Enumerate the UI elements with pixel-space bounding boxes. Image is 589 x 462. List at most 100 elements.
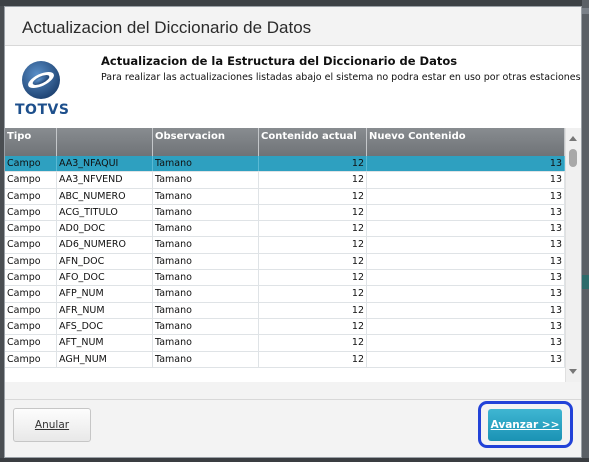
cell-observacion: Tamano — [153, 221, 259, 237]
cell-campo: AGH_NUM — [57, 351, 153, 367]
cell-contenido-actual: 12 — [259, 221, 367, 237]
cell-nuevo-contenido: 13 — [367, 156, 565, 172]
table-header: Tipo Observacion Contenido actual Nuevo … — [5, 128, 565, 156]
next-button[interactable]: Avanzar >> — [488, 409, 562, 441]
cell-tipo: Campo — [5, 172, 57, 188]
cell-campo: AA3_NFVEND — [57, 172, 153, 188]
cell-observacion: Tamano — [153, 270, 259, 286]
cell-observacion: Tamano — [153, 172, 259, 188]
cell-contenido-actual: 12 — [259, 302, 367, 318]
cell-campo: ABC_NUMERO — [57, 188, 153, 204]
cell-contenido-actual: 12 — [259, 204, 367, 221]
cell-tipo: Campo — [5, 221, 57, 237]
table-row[interactable]: Campo ABC_NUMERO Tamano 12 13 — [5, 188, 565, 205]
cell-campo: AA3_NFAQUI — [57, 156, 153, 172]
arrow-up-icon[interactable] — [569, 136, 577, 141]
cell-nuevo-contenido: 13 — [367, 237, 565, 253]
cell-nuevo-contenido: 13 — [367, 335, 565, 351]
cell-nuevo-contenido: 13 — [367, 188, 565, 204]
cell-observacion: Tamano — [153, 156, 259, 172]
table-row[interactable]: Campo AFS_DOC Tamano 12 13 — [5, 318, 565, 336]
cell-nuevo-contenido: 13 — [367, 351, 565, 367]
table-row[interactable]: Campo AFN_DOC Tamano 12 13 — [5, 253, 565, 271]
table-row[interactable]: Campo AFR_NUM Tamano 12 13 — [5, 302, 565, 319]
cell-nuevo-contenido: 13 — [367, 253, 565, 270]
header-subtitle: Para realizar las actualizaciones listad… — [101, 72, 581, 83]
cell-observacion: Tamano — [153, 318, 259, 335]
cell-nuevo-contenido: 13 — [367, 318, 565, 335]
cell-contenido-actual: 12 — [259, 318, 367, 335]
header-title: Actualizacion de la Estructura del Dicci… — [101, 54, 458, 68]
desktop-background-bottom — [0, 458, 589, 462]
cell-observacion: Tamano — [153, 188, 259, 204]
cell-tipo: Campo — [5, 156, 57, 172]
cell-nuevo-contenido: 13 — [367, 270, 565, 286]
update-dialog: Actualizacion del Diccionario de Datos T… — [4, 6, 582, 458]
cell-contenido-actual: 12 — [259, 172, 367, 188]
table-row[interactable]: Campo AGH_NUM Tamano 12 13 — [5, 351, 565, 368]
cell-contenido-actual: 12 — [259, 156, 367, 172]
cell-campo: AFR_NUM — [57, 302, 153, 318]
cell-tipo: Campo — [5, 204, 57, 221]
cell-tipo: Campo — [5, 318, 57, 335]
cell-campo: AFS_DOC — [57, 318, 153, 335]
cell-tipo: Campo — [5, 188, 57, 204]
column-header-contenido-actual[interactable]: Contenido actual — [259, 128, 367, 156]
cell-campo: AD6_NUMERO — [57, 237, 153, 253]
arrow-down-icon[interactable] — [569, 369, 577, 374]
column-header-tipo[interactable]: Tipo — [5, 128, 57, 156]
cell-contenido-actual: 12 — [259, 270, 367, 286]
cell-contenido-actual: 12 — [259, 253, 367, 270]
totvs-logo: TOTVS — [15, 58, 70, 120]
cell-nuevo-contenido: 13 — [367, 221, 565, 237]
table-row[interactable]: Campo AD0_DOC Tamano 12 13 — [5, 221, 565, 238]
column-header-campo[interactable] — [57, 128, 153, 156]
cell-campo: AFN_DOC — [57, 253, 153, 270]
desktop-background-right — [582, 0, 589, 462]
table-body: Campo AA3_NFAQUI Tamano 12 13 Campo AA3_NFVEND… — [5, 156, 565, 368]
cell-campo: AFP_NUM — [57, 286, 153, 302]
cell-tipo: Campo — [5, 237, 57, 253]
column-header-nuevo-contenido[interactable]: Nuevo Contenido — [367, 128, 565, 156]
cell-campo: AFT_NUM — [57, 335, 153, 351]
dialog-title: Actualizacion del Diccionario de Datos — [22, 18, 312, 37]
cell-campo: AD0_DOC — [57, 221, 153, 237]
cell-contenido-actual: 12 — [259, 351, 367, 367]
totvs-logo-icon — [22, 61, 60, 99]
table-row[interactable]: Campo AA3_NFVEND Tamano 12 13 — [5, 172, 565, 189]
header-panel: TOTVS Actualizacion de la Estructura del… — [5, 46, 581, 129]
column-header-observacion[interactable]: Observacion — [153, 128, 259, 156]
cancel-button[interactable]: Anular — [13, 408, 91, 442]
cell-nuevo-contenido: 13 — [367, 302, 565, 318]
table-row[interactable]: Campo AA3_NFAQUI Tamano 12 13 — [5, 156, 565, 173]
cell-nuevo-contenido: 13 — [367, 286, 565, 302]
cell-tipo: Campo — [5, 270, 57, 286]
cell-campo: AFO_DOC — [57, 270, 153, 286]
cell-observacion: Tamano — [153, 253, 259, 270]
table-row[interactable]: Campo AFO_DOC Tamano 12 13 — [5, 270, 565, 287]
table-row[interactable]: Campo ACG_TITULO Tamano 12 13 — [5, 204, 565, 222]
table-row[interactable]: Campo AFT_NUM Tamano 12 13 — [5, 335, 565, 352]
vertical-scroll-thumb[interactable] — [569, 149, 577, 167]
cell-contenido-actual: 12 — [259, 188, 367, 204]
cell-tipo: Campo — [5, 351, 57, 367]
cell-contenido-actual: 12 — [259, 237, 367, 253]
updates-table[interactable]: Tipo Observacion Contenido actual Nuevo … — [5, 128, 581, 382]
cell-observacion: Tamano — [153, 302, 259, 318]
cell-tipo: Campo — [5, 253, 57, 270]
cell-contenido-actual: 12 — [259, 335, 367, 351]
table-row[interactable]: Campo AD6_NUMERO Tamano 12 13 — [5, 237, 565, 254]
cell-nuevo-contenido: 13 — [367, 172, 565, 188]
cell-tipo: Campo — [5, 335, 57, 351]
table-row[interactable]: Campo AFP_NUM Tamano 12 13 — [5, 286, 565, 303]
footer-divider — [5, 399, 581, 400]
cell-nuevo-contenido: 13 — [367, 204, 565, 221]
cell-observacion: Tamano — [153, 204, 259, 221]
cell-observacion: Tamano — [153, 237, 259, 253]
cell-contenido-actual: 12 — [259, 286, 367, 302]
vertical-scrollbar[interactable] — [565, 128, 581, 382]
cell-observacion: Tamano — [153, 351, 259, 367]
cell-campo: ACG_TITULO — [57, 204, 153, 221]
logo-text: TOTVS — [15, 102, 70, 118]
cell-tipo: Campo — [5, 286, 57, 302]
